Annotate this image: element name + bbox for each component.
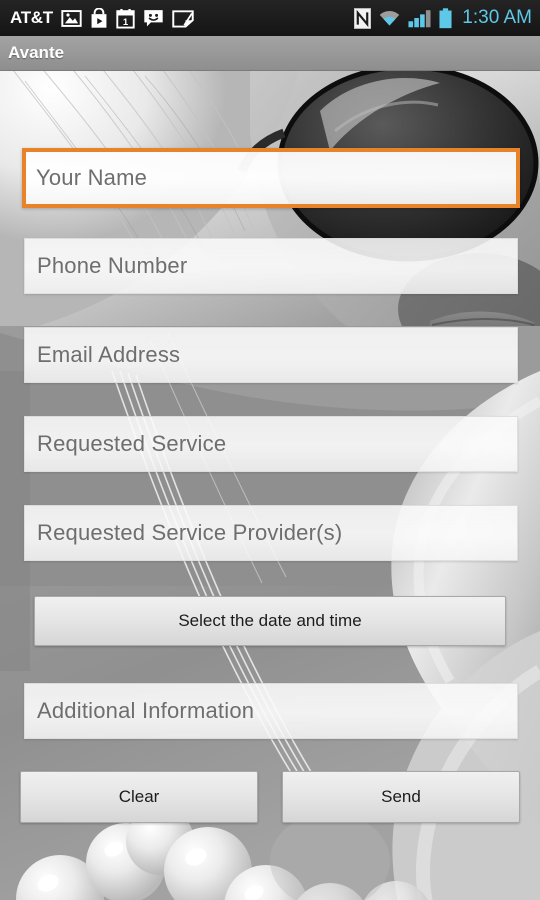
clear-button[interactable]: Clear [20, 771, 258, 823]
clear-button-label: Clear [118, 787, 160, 806]
screenshot-icon [172, 9, 194, 28]
email-address-field[interactable]: Email Address [24, 327, 518, 383]
send-button[interactable]: Send [282, 771, 520, 823]
nfc-icon [354, 7, 372, 29]
your-name-field[interactable]: Your Name [22, 148, 520, 208]
your-name-placeholder: Your Name [36, 165, 148, 190]
contact-form: Your Name Phone Number Email Address Req… [0, 71, 540, 900]
requested-service-field[interactable]: Requested Service [24, 416, 518, 472]
play-store-icon [91, 7, 107, 28]
calendar-day-number: 1 [123, 16, 129, 27]
requested-service-placeholder: Requested Service [37, 431, 227, 456]
select-date-time-label: Select the date and time [178, 611, 362, 630]
phone-number-field[interactable]: Phone Number [24, 238, 518, 294]
status-bar-right: 1:30 AM [354, 7, 532, 29]
battery-icon [439, 7, 452, 28]
requested-service-provider-placeholder: Requested Service Provider(s) [37, 520, 343, 545]
select-date-time-button[interactable]: Select the date and time [34, 596, 506, 646]
send-button-label: Send [381, 787, 421, 806]
additional-information-field[interactable]: Additional Information [24, 683, 518, 739]
requested-service-provider-field[interactable]: Requested Service Provider(s) [24, 505, 518, 561]
messaging-smiley-icon [144, 10, 163, 27]
email-address-placeholder: Email Address [37, 342, 181, 367]
wifi-icon [380, 11, 400, 26]
app-title-bar: Avante [0, 36, 540, 71]
status-bar[interactable]: AT&T 1 1:30 AM [0, 0, 540, 36]
calendar-icon: 1 [116, 8, 135, 29]
phone-number-placeholder: Phone Number [37, 253, 188, 278]
app-screen: AT&T 1 1:30 AM Avante Your Name Phone Nu… [0, 0, 540, 900]
cell-signal-icon [408, 9, 431, 27]
carrier-label: AT&T [10, 8, 53, 27]
gallery-icon [61, 9, 82, 27]
additional-information-placeholder: Additional Information [37, 698, 255, 723]
app-title: Avante [8, 43, 65, 62]
status-clock: 1:30 AM [462, 7, 532, 28]
status-bar-left: AT&T 1 [10, 7, 354, 29]
